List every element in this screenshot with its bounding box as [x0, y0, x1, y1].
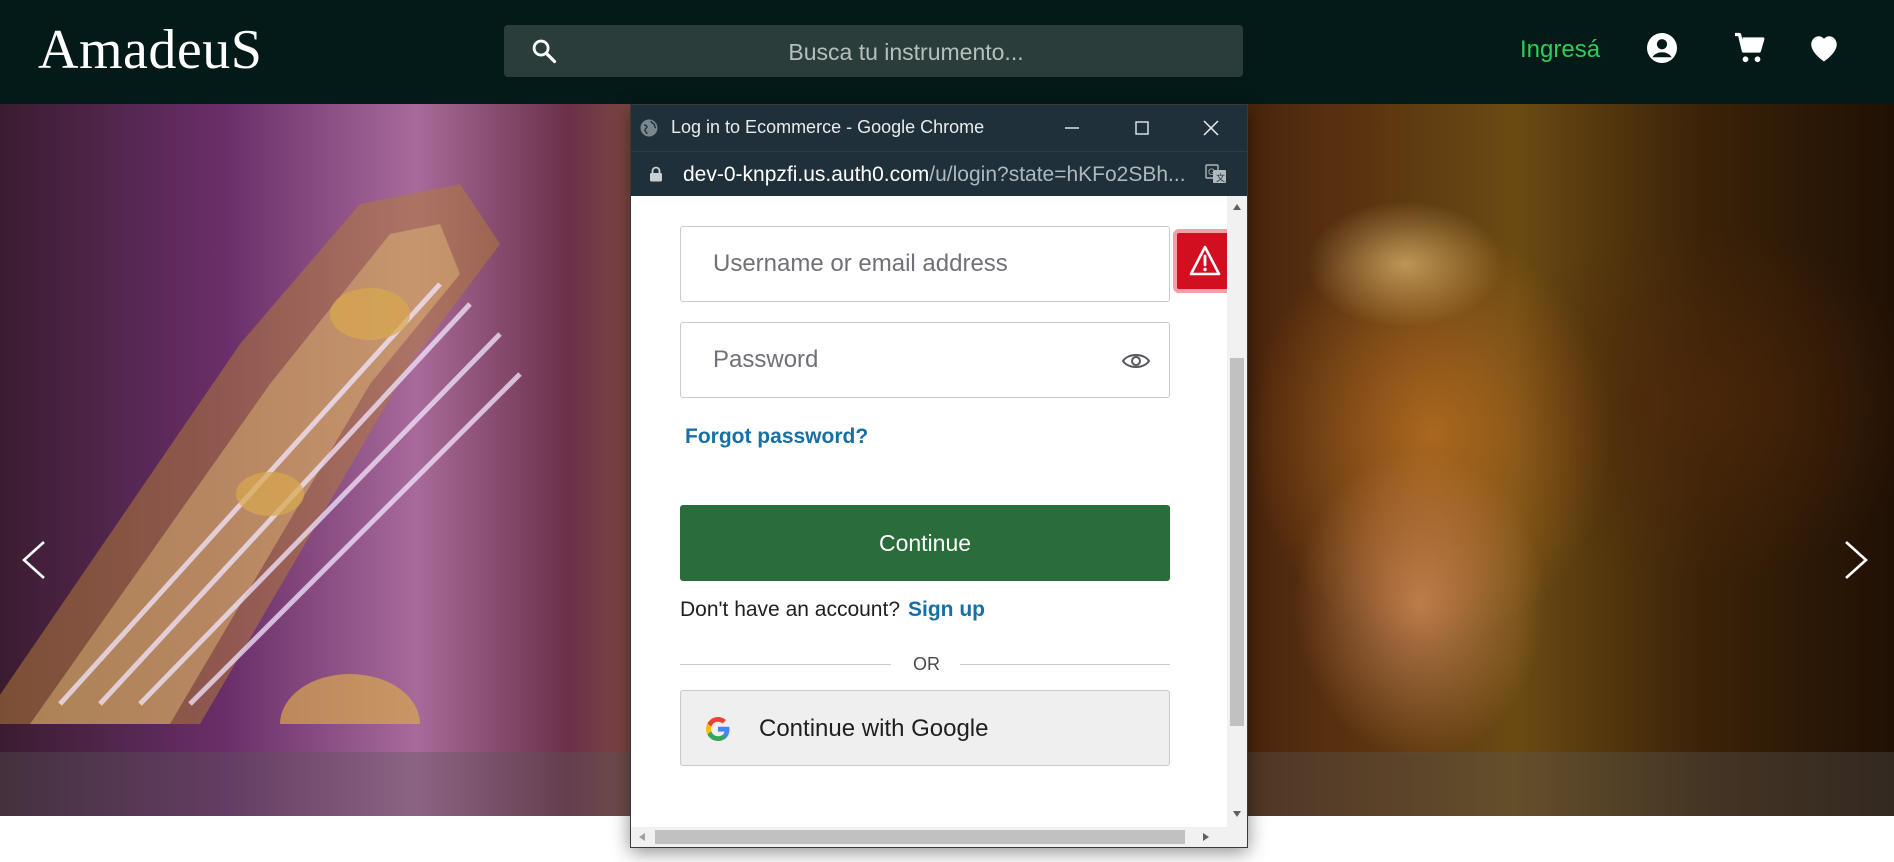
google-button-label: Continue with Google [759, 715, 989, 742]
url-host: dev-0-knpzfi.us.auth0.com [683, 163, 930, 186]
site-logo[interactable]: AmadeuS [38, 18, 262, 82]
chevron-left-icon[interactable] [16, 536, 52, 584]
login-form: Forgot password? Continue Don't have an … [631, 196, 1227, 827]
minimize-icon[interactable] [1057, 113, 1087, 143]
horizontal-scroll-thumb[interactable] [655, 830, 1185, 844]
globe-icon [640, 119, 658, 137]
error-badge [1173, 229, 1227, 293]
or-separator: OR [913, 654, 940, 674]
close-icon[interactable] [1196, 113, 1226, 143]
username-field[interactable] [680, 226, 1227, 302]
signup-link[interactable]: Sign up [908, 598, 985, 621]
window-title: Log in to Ecommerce - Google Chrome [671, 117, 985, 137]
search-bar[interactable] [504, 25, 1243, 79]
chevron-right-icon[interactable] [1838, 536, 1874, 584]
search-icon[interactable] [530, 37, 558, 65]
username-input[interactable] [681, 227, 1111, 301]
site-header: AmadeuS Ingresá [0, 0, 1894, 104]
account-icon[interactable] [1644, 30, 1680, 66]
vertical-scroll-thumb[interactable] [1230, 358, 1244, 726]
heart-icon[interactable] [1806, 30, 1842, 66]
continue-button[interactable]: Continue [680, 505, 1170, 581]
window-titlebar[interactable]: Log in to Ecommerce - Google Chrome [631, 105, 1247, 151]
svg-text:G: G [1208, 167, 1215, 177]
warning-icon [1189, 245, 1221, 276]
scroll-up-icon[interactable] [1232, 202, 1242, 212]
lock-icon[interactable] [649, 166, 663, 182]
scroll-down-icon[interactable] [1232, 809, 1242, 819]
horizontal-scrollbar[interactable] [631, 827, 1247, 847]
cart-icon[interactable] [1732, 30, 1768, 66]
scroll-left-icon[interactable] [637, 832, 647, 842]
password-input[interactable] [681, 323, 1111, 397]
translate-icon[interactable]: G 文 [1205, 164, 1227, 184]
eye-icon[interactable] [1121, 349, 1151, 373]
url-text[interactable]: dev-0-knpzfi.us.auth0.com/u/login?state=… [683, 163, 1186, 187]
login-popup-window: Log in to Ecommerce - Google Chrome dev-… [630, 104, 1248, 848]
search-input[interactable] [584, 25, 1228, 79]
svg-text:文: 文 [1216, 172, 1225, 184]
scroll-right-icon[interactable] [1201, 832, 1211, 842]
no-account-text: Don't have an account? [680, 598, 900, 621]
login-link[interactable]: Ingresá [1520, 36, 1600, 64]
maximize-icon[interactable] [1127, 113, 1157, 143]
google-icon [706, 717, 730, 741]
url-path: /u/login?state=hKFo2SBh... [929, 163, 1186, 186]
divider-right [960, 664, 1170, 665]
signup-row: Don't have an account? Sign up [680, 598, 985, 622]
vertical-scrollbar[interactable] [1227, 196, 1247, 827]
forgot-password-link[interactable]: Forgot password? [685, 425, 868, 449]
google-login-button[interactable]: Continue with Google [680, 690, 1170, 766]
address-bar[interactable]: dev-0-knpzfi.us.auth0.com/u/login?state=… [631, 151, 1247, 196]
password-field[interactable] [680, 322, 1170, 398]
divider-left [680, 664, 891, 665]
saxophone-image [0, 184, 522, 724]
